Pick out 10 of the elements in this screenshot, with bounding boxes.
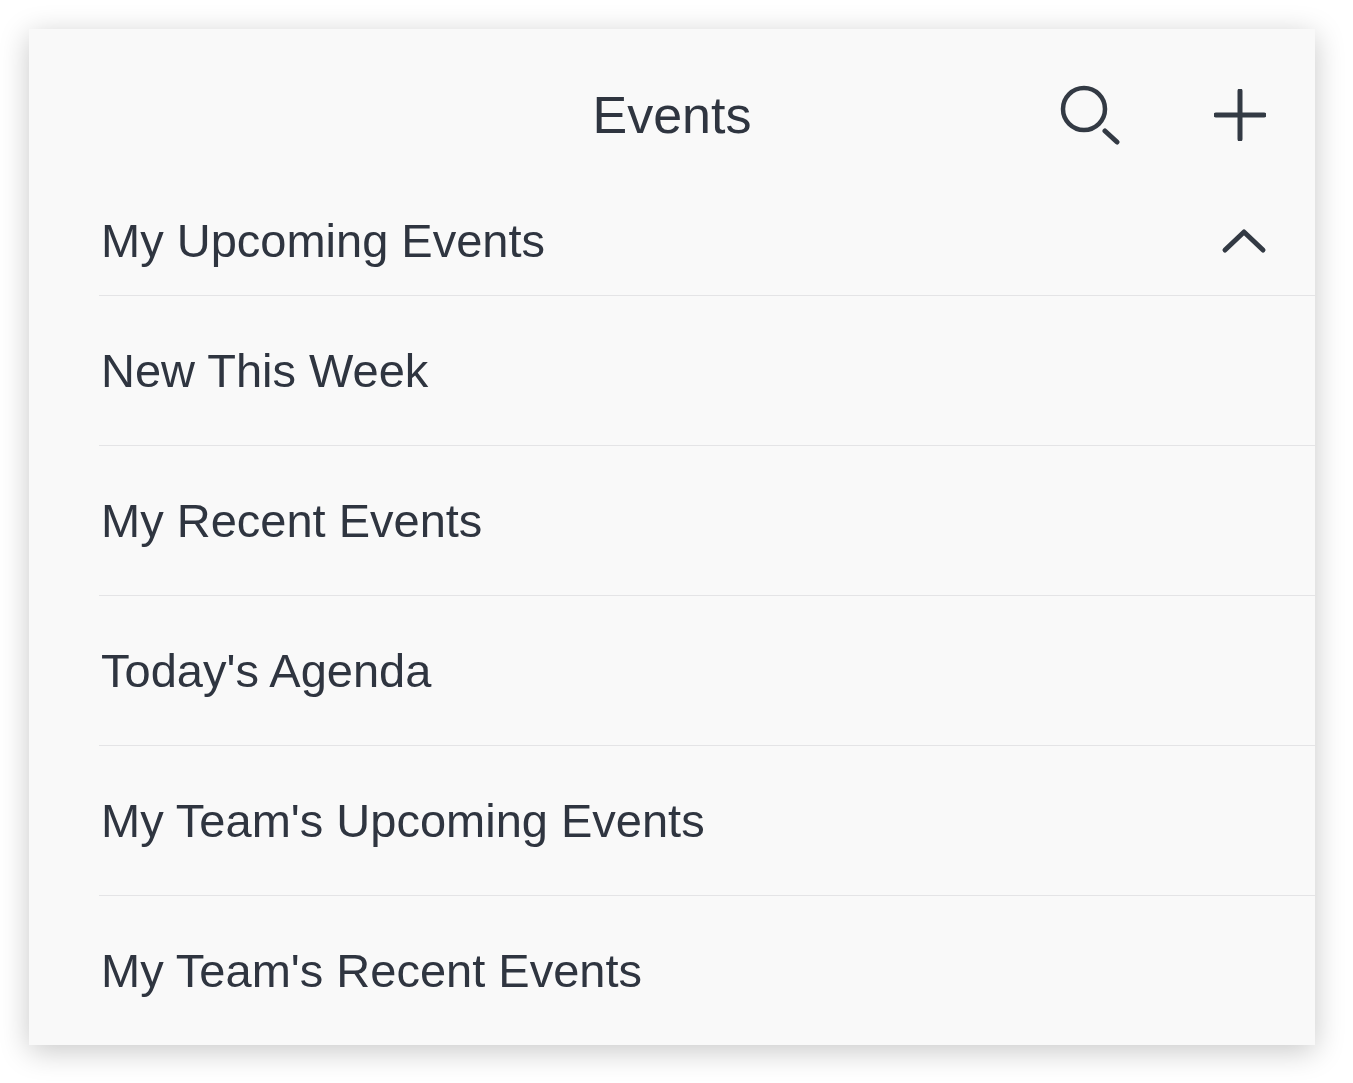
list-view-option[interactable]: My Recent Events xyxy=(101,492,483,549)
chevron-up-icon[interactable] xyxy=(1221,228,1267,254)
list-view-title[interactable]: My Upcoming Events xyxy=(101,213,546,269)
list-view-option[interactable]: My Team's Upcoming Events xyxy=(101,792,705,849)
list-view-option[interactable]: New This Week xyxy=(101,342,429,399)
list-view-option[interactable]: Today's Agenda xyxy=(101,642,432,699)
list-view-option[interactable]: My Team's Recent Events xyxy=(101,942,642,999)
search-icon[interactable] xyxy=(1059,85,1121,145)
add-icon[interactable] xyxy=(1214,89,1266,141)
page-title: Events xyxy=(592,85,752,145)
